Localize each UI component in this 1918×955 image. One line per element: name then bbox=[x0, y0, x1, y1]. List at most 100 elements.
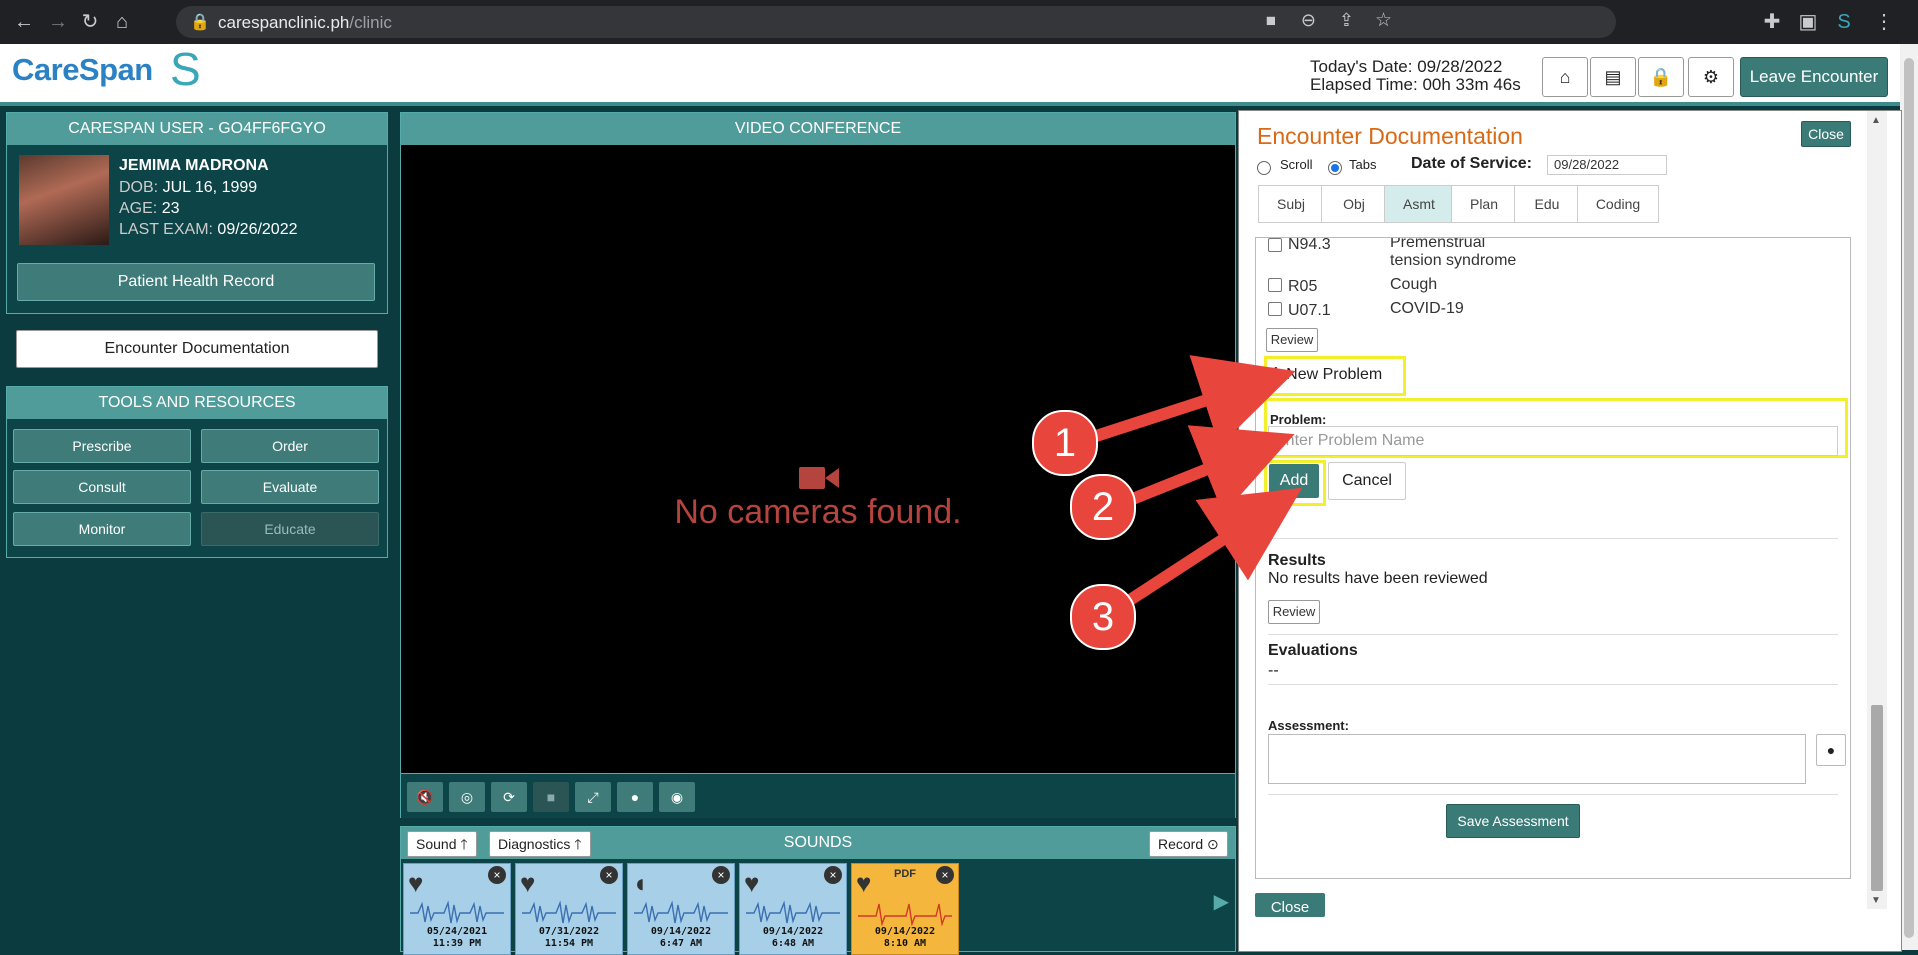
mute-speaker-button[interactable]: 🔇 bbox=[407, 782, 443, 812]
heart-icon: ♥ bbox=[744, 868, 760, 898]
record-button[interactable]: Record ⊙ bbox=[1149, 831, 1228, 857]
waveform bbox=[410, 900, 504, 924]
results-text: No results have been reviewed bbox=[1268, 570, 1488, 587]
page-scrollbar[interactable] bbox=[1900, 44, 1918, 950]
tab-asmt[interactable]: Asmt bbox=[1384, 185, 1454, 223]
divider bbox=[1268, 538, 1838, 539]
close-bottom-button[interactable]: Close bbox=[1255, 893, 1325, 917]
assessment-content: N94.3 Premenstrual tension syndrome R05 … bbox=[1255, 237, 1851, 879]
problem-code: U07.1 bbox=[1288, 302, 1331, 319]
problem-name-input[interactable]: Enter Problem Name bbox=[1268, 426, 1838, 456]
plus-icon: + bbox=[1270, 362, 1282, 384]
home-icon[interactable]: ⌂ bbox=[110, 10, 134, 34]
fullscreen-button[interactable]: ⤢ bbox=[575, 782, 611, 812]
pdf-badge: PDF bbox=[894, 868, 916, 880]
remove-icon[interactable]: × bbox=[824, 866, 842, 884]
add-problem-button[interactable]: Add bbox=[1269, 464, 1319, 498]
remove-icon[interactable]: × bbox=[712, 866, 730, 884]
snapshot-button[interactable]: ◉ bbox=[659, 782, 695, 812]
remove-icon[interactable]: × bbox=[600, 866, 618, 884]
lock-button[interactable]: 🔒 bbox=[1638, 57, 1684, 97]
sound-tile[interactable]: ♥ × 07/31/2022 11:54 PM bbox=[515, 863, 623, 955]
consult-button[interactable]: Consult bbox=[13, 470, 191, 504]
date-of-service-input[interactable]: 09/28/2022 bbox=[1547, 155, 1667, 175]
educate-button: Educate bbox=[201, 512, 379, 546]
camera-blocked-icon[interactable]: ■ bbox=[1266, 11, 1276, 31]
leave-encounter-button[interactable]: Leave Encounter bbox=[1740, 57, 1888, 97]
forward-icon[interactable]: → bbox=[46, 10, 70, 34]
problem-code: N94.3 bbox=[1288, 237, 1331, 253]
annotation-number: 2 bbox=[1070, 474, 1136, 540]
evaluate-button[interactable]: Evaluate bbox=[201, 470, 379, 504]
extensions-icon[interactable]: ✚ bbox=[1760, 10, 1784, 34]
tab-subj[interactable]: Subj bbox=[1258, 185, 1324, 223]
new-problem-button[interactable]: + New Problem bbox=[1270, 362, 1382, 385]
microphone-button[interactable]: ● bbox=[617, 782, 653, 812]
address-bar[interactable]: 🔒 carespanclinic.ph/clinic ■ ⊖ ⇪ ☆ bbox=[176, 6, 1616, 38]
prescribe-button[interactable]: Prescribe bbox=[13, 429, 191, 463]
scroll-radio[interactable] bbox=[1257, 161, 1271, 175]
sound-tile[interactable]: ♥ × 05/24/2021 11:39 PM bbox=[403, 863, 511, 955]
zoom-icon[interactable]: ⊖ bbox=[1301, 10, 1316, 31]
tab-coding[interactable]: Coding bbox=[1577, 185, 1659, 223]
menu-dots-icon[interactable]: ⋮ bbox=[1872, 10, 1896, 34]
modal-scrollbar[interactable]: ▲ ▼ bbox=[1867, 111, 1887, 909]
hide-video-button[interactable]: ◎ bbox=[449, 782, 485, 812]
speaker-mute-icon: 🔇 bbox=[416, 789, 434, 805]
sidebar-icon[interactable]: ▣ bbox=[1796, 10, 1820, 34]
sound-upload-button[interactable]: Sound 🡑 bbox=[407, 831, 477, 857]
problem-checkbox[interactable] bbox=[1268, 238, 1282, 252]
annotation-number: 3 bbox=[1070, 584, 1136, 650]
patient-photo bbox=[19, 155, 109, 245]
divider bbox=[1268, 634, 1838, 635]
waveform bbox=[634, 900, 728, 924]
sound-tile[interactable]: ◖ × 09/14/2022 6:47 AM bbox=[627, 863, 735, 955]
waveform bbox=[522, 900, 616, 924]
settings-button[interactable]: ⚙ bbox=[1688, 57, 1734, 97]
dictation-button[interactable]: ● bbox=[1816, 734, 1846, 766]
problem-description: tension syndrome bbox=[1390, 252, 1517, 269]
problem-code: R05 bbox=[1288, 278, 1318, 295]
record-icon: ⊙ bbox=[1207, 836, 1219, 852]
order-button[interactable]: Order bbox=[201, 429, 379, 463]
video-camera-icon bbox=[799, 467, 839, 489]
scroll-down-icon[interactable]: ▼ bbox=[1871, 895, 1881, 906]
bookmark-star-icon[interactable]: ☆ bbox=[1375, 9, 1392, 32]
back-icon[interactable]: ← bbox=[12, 10, 36, 34]
patient-health-record-button[interactable]: Patient Health Record bbox=[17, 263, 375, 301]
reload-icon[interactable]: ↻ bbox=[78, 10, 102, 34]
encounter-documentation-button[interactable]: Encounter Documentation bbox=[16, 330, 378, 368]
problem-checkbox[interactable] bbox=[1268, 278, 1282, 292]
save-assessment-button[interactable]: Save Assessment bbox=[1446, 804, 1580, 838]
camera-button[interactable]: ■ bbox=[533, 782, 569, 812]
tab-edu[interactable]: Edu bbox=[1514, 185, 1580, 223]
remove-icon[interactable]: × bbox=[488, 866, 506, 884]
diagnostics-upload-button[interactable]: Diagnostics 🡑 bbox=[489, 831, 591, 857]
cancel-problem-button[interactable]: Cancel bbox=[1328, 462, 1406, 500]
microphone-icon: ● bbox=[1826, 742, 1836, 758]
sound-tile[interactable]: ♥ × 09/14/2022 6:48 AM bbox=[739, 863, 847, 955]
document-button[interactable]: ▤ bbox=[1590, 57, 1636, 97]
review-problems-button[interactable]: Review bbox=[1266, 328, 1318, 352]
close-button[interactable]: Close bbox=[1801, 121, 1851, 147]
assessment-textarea[interactable] bbox=[1268, 734, 1806, 784]
video-panel-title: VIDEO CONFERENCE bbox=[401, 113, 1235, 145]
share-icon[interactable]: ⇪ bbox=[1339, 10, 1354, 31]
tab-obj[interactable]: Obj bbox=[1321, 185, 1387, 223]
scroll-up-icon[interactable]: ▲ bbox=[1871, 115, 1881, 126]
problem-checkbox[interactable] bbox=[1268, 302, 1282, 316]
diagnostic-tile[interactable]: ♥ PDF × 09/14/2022 8:10 AM bbox=[851, 863, 959, 955]
tools-panel: TOOLS AND RESOURCES Prescribe Order Cons… bbox=[6, 386, 388, 558]
review-results-button[interactable]: Review bbox=[1268, 600, 1320, 624]
monitor-button[interactable]: Monitor bbox=[13, 512, 191, 546]
remove-icon[interactable]: × bbox=[936, 866, 954, 884]
next-arrow-icon[interactable]: ▶ bbox=[1214, 889, 1229, 914]
sounds-panel: SOUNDS Sound 🡑 Diagnostics 🡑 Record ⊙ ♥ ×… bbox=[400, 826, 1236, 955]
patient-name: JEMIMA MADRONA bbox=[119, 157, 269, 174]
home-icon: ⌂ bbox=[1559, 67, 1571, 87]
home-button[interactable]: ⌂ bbox=[1542, 57, 1588, 97]
tabs-radio[interactable] bbox=[1328, 161, 1342, 175]
carespan-extension-icon[interactable]: S bbox=[1832, 10, 1856, 34]
tab-plan[interactable]: Plan bbox=[1451, 185, 1517, 223]
switch-camera-button[interactable]: ⟳ bbox=[491, 782, 527, 812]
